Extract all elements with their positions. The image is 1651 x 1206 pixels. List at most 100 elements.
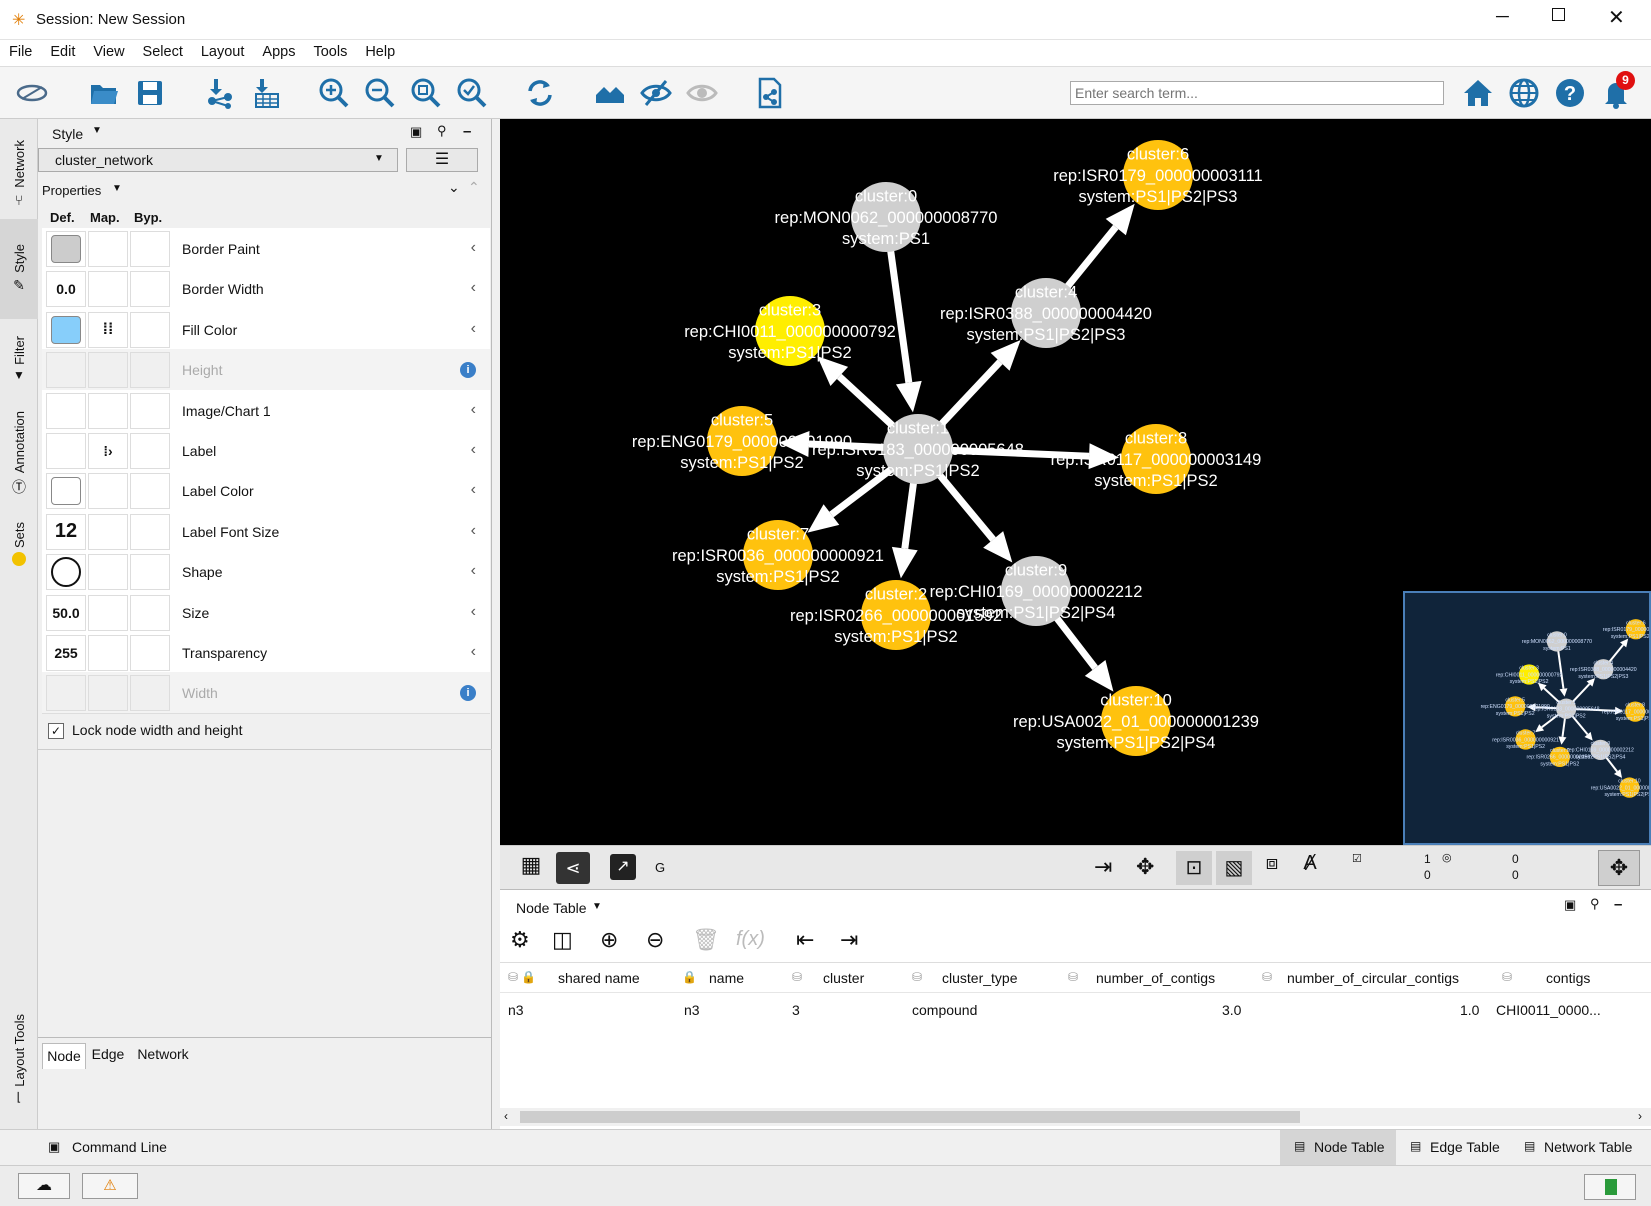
network-node[interactable]: cluster:4rep:ISR0388_000000004420system:… — [1570, 659, 1637, 680]
mapping-cell[interactable] — [88, 675, 128, 712]
cell-name[interactable]: n3 — [684, 1002, 700, 1018]
tab-network[interactable]: Network ⑂ — [0, 129, 38, 219]
grid-view-icon[interactable]: ▦ — [514, 852, 548, 884]
col-number-of-contigs[interactable]: number_of_contigs — [1096, 970, 1215, 986]
function-builder-icon[interactable]: f(x) — [736, 928, 765, 951]
properties-chevron-down-icon[interactable]: ▼ — [112, 183, 122, 194]
expand-chevron-left-icon[interactable]: ‹ — [471, 320, 476, 338]
mapping-cell[interactable] — [88, 554, 128, 591]
lock-size-checkbox[interactable]: ✓ — [48, 723, 64, 739]
tab-node-table[interactable]: ▤ Node Table — [1280, 1130, 1396, 1166]
mapping-cell[interactable] — [88, 271, 128, 308]
tab-sets[interactable]: Sets — [0, 509, 38, 579]
move-icon[interactable]: ✥ — [1136, 854, 1154, 880]
col-cluster-type[interactable]: cluster_type — [942, 970, 1017, 986]
expand-chevron-left-icon[interactable]: ‹ — [471, 239, 476, 257]
export-image-icon[interactable]: ⇥ — [1094, 854, 1112, 880]
expand-chevron-left-icon[interactable]: ‹ — [471, 643, 476, 661]
menu-help[interactable]: Help — [356, 40, 404, 60]
network-node[interactable]: cluster:8rep:ISR0117_000000003149system:… — [1602, 701, 1651, 722]
network-edge[interactable] — [1556, 647, 1565, 689]
network-node[interactable]: cluster:7rep:ISR0036_000000000921system:… — [672, 520, 884, 590]
property-row-image-chart-1[interactable]: Image/Chart 1 ‹ — [42, 389, 490, 432]
cell-contigs[interactable]: CHI0011_0000... — [1496, 1002, 1601, 1018]
float-panel-icon[interactable]: ▣ — [410, 124, 422, 140]
open-session-icon[interactable] — [86, 75, 122, 111]
network-view-icon[interactable]: ⋖ — [556, 852, 590, 884]
default-value-cell[interactable] — [46, 231, 86, 267]
col-shared-name[interactable]: shared name — [558, 970, 640, 986]
network-node[interactable]: cluster:1rep:ISR0183_000000005648system:… — [1533, 698, 1600, 720]
default-value-cell[interactable]: 50.0 — [46, 594, 86, 631]
collapse-all-icon[interactable]: ⌃ — [468, 179, 480, 196]
minimize-button[interactable]: ─ — [1496, 6, 1509, 27]
col-name[interactable]: name — [709, 970, 744, 986]
select-nodes-icon[interactable]: ⊡ — [1176, 851, 1212, 885]
minimize-panel-icon[interactable]: – — [463, 123, 471, 140]
expand-chevron-left-icon[interactable]: ‹ — [471, 522, 476, 540]
import-table-file-icon[interactable]: ⇤ — [796, 927, 814, 953]
mapping-cell[interactable] — [88, 513, 128, 550]
select-labels-icon[interactable]: Ⱥ — [1294, 852, 1326, 875]
col-number-of-circular-contigs[interactable]: number_of_circular_contigs — [1287, 970, 1459, 986]
cytoscape-logo-icon[interactable] — [14, 75, 50, 111]
bypass-cell[interactable] — [130, 392, 170, 429]
network-node[interactable]: cluster:3 rep:CHI0011_000000000792 system:… — [684, 296, 896, 366]
mapping-cell[interactable] — [88, 635, 128, 671]
style-options-menu-button[interactable]: ☰ — [406, 148, 478, 172]
zoom-selected-icon[interactable] — [454, 75, 490, 111]
mapping-cell[interactable] — [88, 352, 128, 389]
network-node[interactable]: cluster:7rep:ISR0036_000000000921system:… — [1492, 729, 1559, 750]
zoom-in-icon[interactable] — [316, 75, 352, 111]
scroll-right-icon[interactable]: › — [1638, 1109, 1642, 1123]
delete-column-icon[interactable]: ⊖ — [646, 927, 664, 953]
add-column-icon[interactable]: ⊕ — [600, 927, 618, 953]
col-contigs[interactable]: contigs — [1546, 970, 1590, 986]
style-panel-title[interactable]: Style — [52, 126, 83, 142]
default-value-cell[interactable] — [46, 473, 86, 510]
globe-icon[interactable] — [1506, 75, 1542, 111]
table-title-dropdown[interactable]: Node Table — [516, 900, 587, 916]
property-row-transparency[interactable]: 255 Transparency ‹ — [42, 632, 490, 674]
default-value-cell[interactable]: 0.0 — [46, 271, 86, 308]
bypass-cell[interactable] — [130, 594, 170, 631]
network-canvas[interactable]: cluster:0 rep:MON0062_000000008770 system:… — [500, 119, 1651, 845]
menu-view[interactable]: View — [84, 40, 133, 60]
property-row-label-color[interactable]: Label Color ‹ — [42, 470, 490, 513]
expand-chevron-left-icon[interactable]: ‹ — [471, 279, 476, 297]
warning-icon[interactable]: ⚠ — [82, 1173, 138, 1199]
property-row-label[interactable]: ⁞› Label ‹ — [42, 430, 490, 472]
style-menu-chevron-down-icon[interactable]: ▼ — [92, 125, 102, 136]
property-row-border-paint[interactable]: Border Paint ‹ — [42, 228, 490, 270]
export-table-icon[interactable]: ⇥ — [840, 927, 858, 953]
tab-edge-table[interactable]: ▤ Edge Table — [1404, 1130, 1514, 1166]
default-value-cell[interactable] — [46, 311, 86, 348]
default-value-cell[interactable] — [46, 392, 86, 429]
network-node[interactable]: cluster:0rep:MON0062_000000008770system:… — [1522, 631, 1592, 652]
property-row-shape[interactable]: Shape ‹ — [42, 551, 490, 594]
tab-network-table[interactable]: ▤ Network Table — [1518, 1130, 1648, 1166]
mapping-cell[interactable] — [88, 473, 128, 510]
property-row-width[interactable]: Width i — [42, 672, 490, 715]
default-value-cell[interactable] — [46, 433, 86, 469]
network-node[interactable]: cluster:10rep:USA0022_01_000000001239sys… — [1591, 777, 1651, 798]
pin-table-icon[interactable]: ⚲ — [1590, 896, 1600, 912]
network-node[interactable]: cluster:1rep:ISR0183_000000005648system:… — [812, 414, 1024, 484]
tab-annotation[interactable]: Annotation Ⓣ — [0, 399, 38, 509]
property-row-height[interactable]: Height i — [42, 349, 490, 392]
export-network-icon[interactable] — [752, 75, 788, 111]
command-line-button[interactable]: Command Line — [72, 1139, 167, 1155]
select-annotations-icon[interactable]: ⧈ — [1256, 852, 1288, 875]
help-icon[interactable]: ? — [1552, 75, 1588, 111]
info-icon[interactable]: i — [460, 683, 476, 702]
menu-apps[interactable]: Apps — [253, 40, 304, 60]
bypass-cell[interactable] — [130, 311, 170, 348]
bypass-cell[interactable] — [130, 554, 170, 591]
cell-cluster-type[interactable]: compound — [912, 1002, 977, 1018]
network-node[interactable]: cluster:6rep:ISR0179_000000003111system:… — [1603, 619, 1651, 640]
fit-view-icon[interactable]: ✥ — [1598, 850, 1640, 886]
mapping-cell[interactable]: ⁞⁞ — [88, 311, 128, 348]
network-node[interactable]: cluster:8rep:ISR0117_000000003149system:… — [1051, 424, 1262, 494]
mapping-cell[interactable] — [88, 231, 128, 267]
table-settings-gear-icon[interactable]: ⚙ — [510, 927, 530, 953]
